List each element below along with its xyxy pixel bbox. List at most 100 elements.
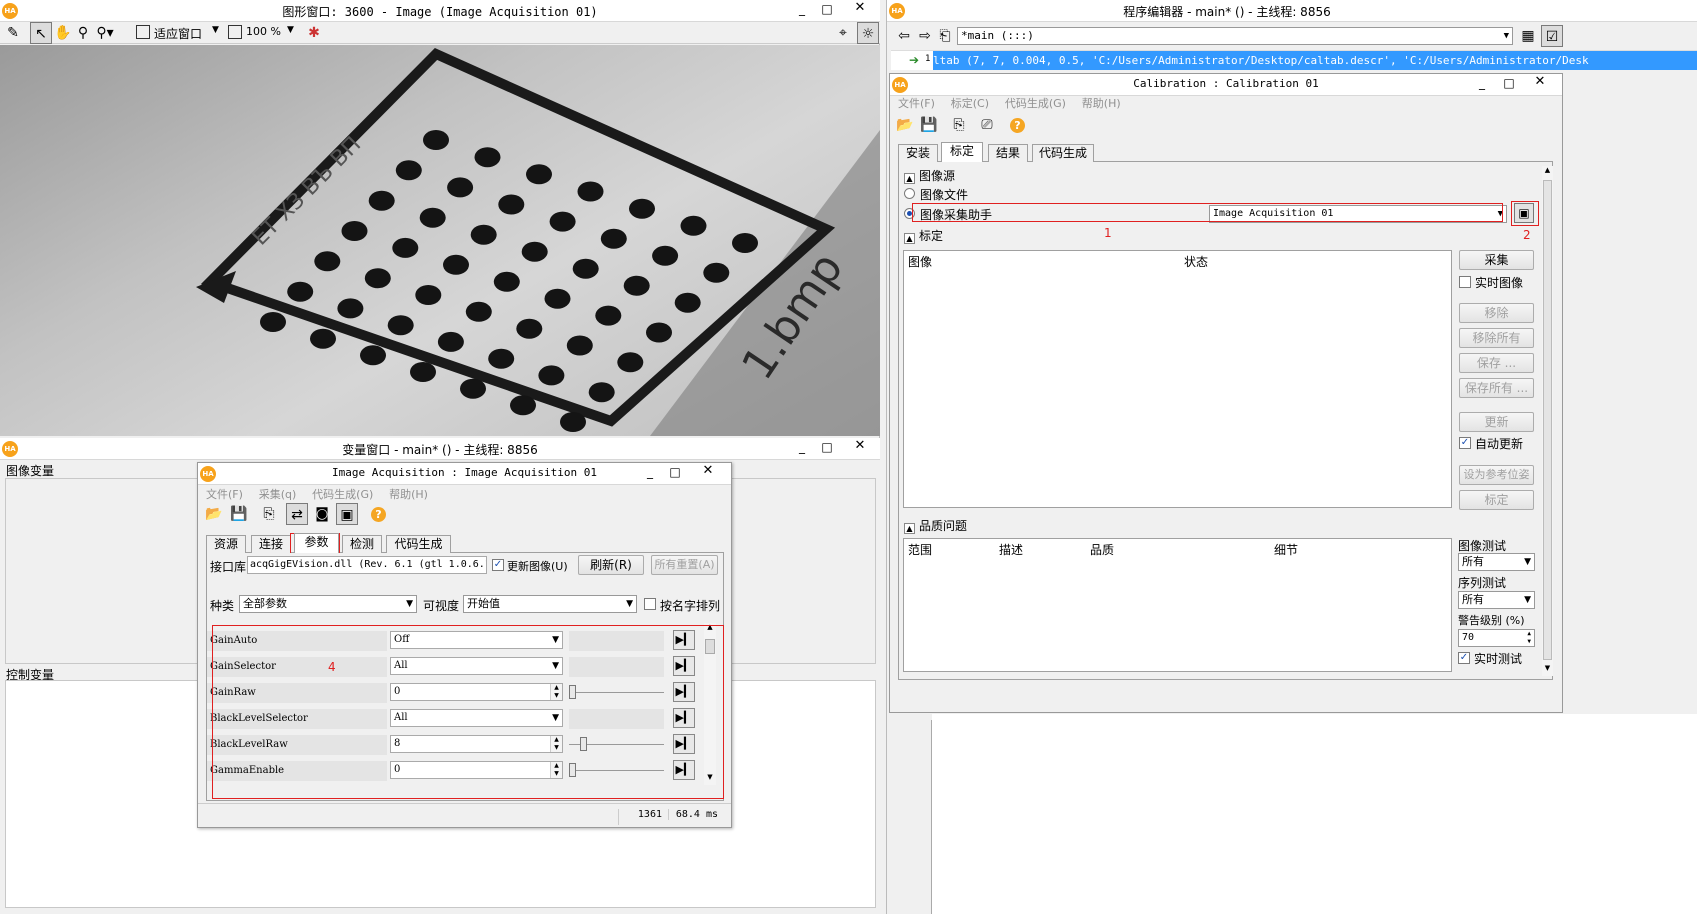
tab-parameters[interactable]: 参数: [294, 533, 339, 553]
auto-update-checkbox[interactable]: ✓: [1459, 437, 1471, 449]
collapse-icon[interactable]: ▲: [904, 233, 915, 244]
minimize-button[interactable]: _: [790, 2, 814, 16]
pointer-icon[interactable]: ↖: [30, 22, 52, 44]
help-icon[interactable]: ?: [371, 507, 386, 522]
procedure-select[interactable]: *main (:::) ▼: [957, 27, 1513, 45]
insert-code-icon[interactable]: ⎘: [948, 114, 970, 136]
calib-scrollbar[interactable]: ▲ ▼: [1542, 166, 1553, 676]
menu-codegen[interactable]: 代码生成(G): [1005, 97, 1066, 110]
save-icon[interactable]: 💾: [228, 503, 250, 525]
menu-codegen[interactable]: 代码生成(G): [312, 488, 373, 501]
collapse-icon[interactable]: ▲: [904, 173, 915, 184]
minimize-button[interactable]: _: [638, 465, 662, 479]
col-image[interactable]: 图像: [908, 253, 932, 270]
image-test-select[interactable]: 所有 ▼: [1458, 553, 1535, 571]
menu-help[interactable]: 帮助(H): [389, 488, 428, 501]
sequence-test-select[interactable]: 所有 ▼: [1458, 591, 1535, 609]
hand-icon[interactable]: ✋: [52, 22, 74, 44]
camera-icon[interactable]: ◙: [311, 503, 333, 525]
palette-icon[interactable]: ✱: [303, 22, 325, 44]
zoom-level[interactable]: 100 %: [246, 25, 281, 38]
update-image-checkbox[interactable]: ✓: [492, 559, 504, 571]
tab-connection[interactable]: 连接: [251, 535, 291, 553]
interface-field[interactable]: acqGigEVision.dll (Rev. 6.1 (gtl 1.0.6.1…: [247, 556, 487, 574]
calibrate-button[interactable]: 标定: [1459, 490, 1534, 510]
forward-arrow-icon[interactable]: ⇨: [914, 25, 936, 47]
connect-icon[interactable]: ⇄: [286, 503, 308, 525]
back-arrow-icon[interactable]: ⇦: [893, 25, 915, 47]
menu-help[interactable]: 帮助(H): [1082, 97, 1121, 110]
maximize-button[interactable]: □: [1497, 76, 1521, 90]
tab-detect[interactable]: 检测: [342, 535, 382, 553]
pen-icon[interactable]: ✎: [2, 22, 24, 44]
category-select[interactable]: 全部参数 ▼: [239, 595, 417, 613]
minimize-button[interactable]: _: [790, 440, 814, 454]
menu-file[interactable]: 文件(F): [206, 488, 243, 501]
editor-code-area[interactable]: [932, 714, 1697, 914]
update-button[interactable]: 更新: [1459, 412, 1534, 432]
tab-codegen[interactable]: 代码生成: [1032, 144, 1094, 162]
close-button[interactable]: ✕: [1520, 74, 1560, 92]
menu-acquire[interactable]: 采集(q): [259, 488, 297, 501]
fit-window-label[interactable]: 适应窗口: [154, 25, 202, 42]
code-line-text[interactable]: ltab (7, 7, 0.004, 0.5, 'C:/Users/Admini…: [933, 51, 1697, 70]
col-quality[interactable]: 品质: [1090, 541, 1114, 558]
maximize-button[interactable]: □: [815, 2, 839, 16]
visibility-select[interactable]: 开始值 ▼: [463, 595, 637, 613]
collapse-icon[interactable]: ▲: [904, 523, 915, 534]
tab-setup[interactable]: 安装: [898, 144, 938, 162]
edit-icon[interactable]: ☑: [1541, 25, 1563, 47]
tab-resources[interactable]: 资源: [206, 535, 246, 553]
run-icon[interactable]: ⎚: [976, 114, 998, 136]
col-description[interactable]: 描述: [999, 541, 1023, 558]
image-file-radio[interactable]: [904, 188, 915, 199]
insert-code-icon[interactable]: ⎘: [258, 503, 280, 525]
tab-codegen[interactable]: 代码生成: [386, 535, 451, 553]
zoom-menu-icon[interactable]: ⚲▾: [94, 22, 116, 44]
warning-level-input[interactable]: 70 ▲ ▼: [1458, 629, 1535, 647]
open-folder-icon[interactable]: 📂: [203, 503, 225, 525]
tab-calibration[interactable]: 标定: [941, 142, 983, 162]
sort-by-name-checkbox[interactable]: [644, 598, 656, 610]
quality-list[interactable]: 范围 描述 品质 细节: [903, 538, 1452, 672]
chevron-down-icon[interactable]: ▼: [287, 25, 294, 35]
col-detail[interactable]: 细节: [1274, 541, 1298, 558]
col-range[interactable]: 范围: [908, 541, 932, 558]
menu-calibrate[interactable]: 标定(C): [951, 97, 989, 110]
set-reference-button[interactable]: 设为参考位姿: [1459, 465, 1534, 485]
light-icon[interactable]: ☼: [857, 22, 879, 44]
remove-button[interactable]: 移除: [1459, 303, 1534, 323]
scroll-up-icon[interactable]: ▲: [1542, 166, 1553, 174]
chevron-down-icon[interactable]: ▼: [212, 25, 219, 35]
spin-arrows-icon[interactable]: ▲ ▼: [1527, 630, 1531, 646]
live-image-checkbox[interactable]: [1459, 276, 1471, 288]
col-status[interactable]: 状态: [1184, 253, 1208, 270]
calibration-image-list[interactable]: 图像 状态: [903, 250, 1452, 508]
save-icon[interactable]: 💾: [918, 114, 940, 136]
menu-file[interactable]: 文件(F): [898, 97, 935, 110]
refresh-button[interactable]: 刷新(R): [578, 555, 644, 575]
calibration-image[interactable]: ЕТ ХЗ ВЪ ВП 1.bmp: [0, 45, 880, 436]
quality-header[interactable]: ▲ 品质问题: [904, 517, 967, 534]
minimize-button[interactable]: _: [1470, 76, 1494, 90]
image-source-header[interactable]: ▲ 图像源: [904, 167, 955, 184]
zoom-icon[interactable]: ⚲: [72, 22, 94, 44]
help-icon[interactable]: ?: [1010, 118, 1025, 133]
save-all-button[interactable]: 保存所有 ...: [1459, 378, 1534, 398]
maximize-button[interactable]: □: [815, 440, 839, 454]
calendar-icon[interactable]: ▦: [1517, 25, 1539, 47]
open-folder-icon[interactable]: 📂: [894, 114, 916, 136]
scroll-thumb[interactable]: [1543, 180, 1552, 660]
inspect-icon[interactable]: ⌖: [832, 22, 854, 44]
calibration-header[interactable]: ▲ 标定: [904, 227, 943, 244]
maximize-button[interactable]: □: [663, 465, 687, 479]
remove-all-button[interactable]: 移除所有: [1459, 328, 1534, 348]
code-line[interactable]: ➔ 1 ltab (7, 7, 0.004, 0.5, 'C:/Users/Ad…: [891, 50, 1697, 70]
realtime-test-checkbox[interactable]: ✓: [1458, 652, 1470, 664]
close-button[interactable]: ✕: [840, 438, 880, 456]
reset-all-button[interactable]: 所有重置(A): [651, 555, 718, 575]
close-button[interactable]: ✕: [840, 0, 880, 18]
acquire-button[interactable]: 采集: [1459, 250, 1534, 270]
tab-results[interactable]: 结果: [988, 144, 1028, 162]
save-button[interactable]: 保存 ...: [1459, 353, 1534, 373]
